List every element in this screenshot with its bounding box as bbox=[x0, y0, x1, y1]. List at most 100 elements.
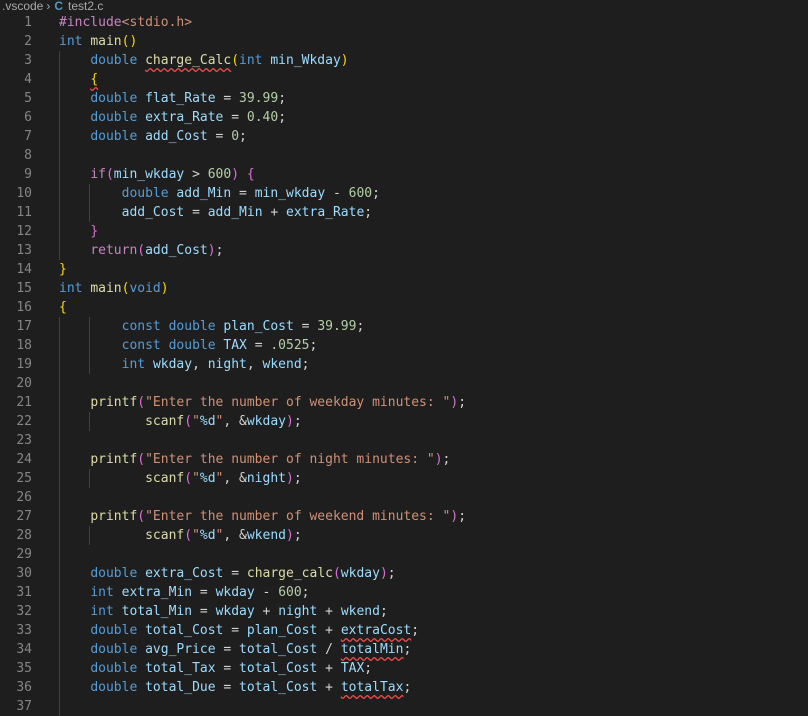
code-line: 8 bbox=[0, 146, 808, 165]
code-line: 19 int wkday, night, wkend; bbox=[0, 355, 808, 374]
code-text[interactable]: double total_Due = total_Cost + totalTax… bbox=[59, 678, 411, 697]
line-number: 36 bbox=[16, 680, 32, 695]
code-line: 2 int main() bbox=[0, 32, 808, 51]
code-line: 25 scanf("%d", &night); bbox=[0, 469, 808, 488]
code-text[interactable]: const double TAX = .0525; bbox=[59, 336, 318, 355]
code-text[interactable]: double extra_Cost = charge_calc(wkday); bbox=[59, 564, 395, 583]
line-number: 9 bbox=[24, 167, 32, 182]
line-number: 1 bbox=[24, 15, 32, 30]
code-line: 35 double total_Tax = total_Cost + TAX; bbox=[0, 659, 808, 678]
code-editor[interactable]: 1 #include<stdio.h> 2 int main() 3 double … bbox=[0, 13, 808, 716]
code-line: 28 scanf("%d", &wkend); bbox=[0, 526, 808, 545]
line-number: 35 bbox=[16, 661, 32, 676]
code-line: 17 const double plan_Cost = 39.99; bbox=[0, 317, 808, 336]
line-number: 19 bbox=[16, 357, 32, 372]
line-number: 31 bbox=[16, 585, 32, 600]
code-text[interactable]: { bbox=[59, 298, 67, 317]
code-line: 10 double add_Min = min_wkday - 600; bbox=[0, 184, 808, 203]
line-number: 12 bbox=[16, 224, 32, 239]
line-number: 32 bbox=[16, 604, 32, 619]
code-line: 5 double flat_Rate = 39.99; bbox=[0, 89, 808, 108]
code-line: 1 #include<stdio.h> bbox=[0, 13, 808, 32]
code-text[interactable]: #include<stdio.h> bbox=[59, 13, 192, 32]
code-line: 6 double extra_Rate = 0.40; bbox=[0, 108, 808, 127]
chevron-right-icon: › bbox=[46, 0, 51, 13]
code-text[interactable]: double add_Min = min_wkday - 600; bbox=[59, 184, 380, 203]
code-text[interactable]: double extra_Rate = 0.40; bbox=[59, 108, 286, 127]
code-line: 33 double total_Cost = plan_Cost + extra… bbox=[0, 621, 808, 640]
code-line: 29 bbox=[0, 545, 808, 564]
line-number: 17 bbox=[16, 319, 32, 334]
code-line: 31 int extra_Min = wkday - 600; bbox=[0, 583, 808, 602]
code-line: 37 bbox=[0, 697, 808, 716]
code-line: 3 double charge_Calc(int min_Wkday) bbox=[0, 51, 808, 70]
code-line: 36 double total_Due = total_Cost + total… bbox=[0, 678, 808, 697]
code-line: 20 bbox=[0, 374, 808, 393]
line-number: 33 bbox=[16, 623, 32, 638]
code-text[interactable]: double add_Cost = 0; bbox=[59, 127, 247, 146]
line-number: 21 bbox=[16, 395, 32, 410]
code-text[interactable]: double total_Tax = total_Cost + TAX; bbox=[59, 659, 372, 678]
code-line: 18 const double TAX = .0525; bbox=[0, 336, 808, 355]
code-text[interactable]: double total_Cost = plan_Cost + extraCos… bbox=[59, 621, 419, 640]
code-text[interactable]: printf("Enter the number of night minute… bbox=[59, 450, 450, 469]
code-line: 15 int main(void) bbox=[0, 279, 808, 298]
code-line: 21 printf("Enter the number of weekday m… bbox=[0, 393, 808, 412]
line-number: 18 bbox=[16, 338, 32, 353]
line-number: 20 bbox=[16, 376, 32, 391]
line-number: 15 bbox=[16, 281, 32, 296]
line-number: 25 bbox=[16, 471, 32, 486]
code-line: 4 { bbox=[0, 70, 808, 89]
code-line: 13 return(add_Cost); bbox=[0, 241, 808, 260]
line-number: 8 bbox=[24, 148, 32, 163]
code-text[interactable]: add_Cost = add_Min + extra_Rate; bbox=[59, 203, 373, 222]
code-line: 11 add_Cost = add_Min + extra_Rate; bbox=[0, 203, 808, 222]
code-text[interactable]: double flat_Rate = 39.99; bbox=[59, 89, 286, 108]
code-text[interactable]: int main(void) bbox=[59, 279, 169, 298]
line-number: 13 bbox=[16, 243, 32, 258]
line-number: 23 bbox=[16, 433, 32, 448]
breadcrumb-folder[interactable]: .vscode bbox=[2, 0, 43, 13]
code-line: 23 bbox=[0, 431, 808, 450]
code-text[interactable]: } bbox=[59, 222, 98, 241]
code-text[interactable]: scanf("%d", &wkday); bbox=[59, 412, 302, 431]
line-number: 24 bbox=[16, 452, 32, 467]
line-number: 34 bbox=[16, 642, 32, 657]
code-text[interactable]: const double plan_Cost = 39.99; bbox=[59, 317, 365, 336]
line-number: 5 bbox=[24, 91, 32, 106]
line-number: 30 bbox=[16, 566, 32, 581]
code-line: 12 } bbox=[0, 222, 808, 241]
code-text[interactable]: printf("Enter the number of weekday minu… bbox=[59, 393, 466, 412]
line-number: 16 bbox=[16, 300, 32, 315]
code-text[interactable]: return(add_Cost); bbox=[59, 241, 223, 260]
line-number: 29 bbox=[16, 547, 32, 562]
breadcrumb-file[interactable]: test2.c bbox=[68, 0, 103, 13]
breadcrumb: .vscode › Ctest2.c bbox=[0, 0, 808, 13]
code-text[interactable]: int extra_Min = wkday - 600; bbox=[59, 583, 309, 602]
code-line: 30 double extra_Cost = charge_calc(wkday… bbox=[0, 564, 808, 583]
code-line: 14} bbox=[0, 260, 808, 279]
line-number: 7 bbox=[24, 129, 32, 144]
code-text[interactable]: int main() bbox=[59, 32, 137, 51]
code-text[interactable]: { bbox=[59, 70, 98, 89]
code-text[interactable]: int wkday, night, wkend; bbox=[59, 355, 310, 374]
line-number: 3 bbox=[24, 53, 32, 68]
line-number: 37 bbox=[16, 699, 32, 714]
code-line: 24 printf("Enter the number of night min… bbox=[0, 450, 808, 469]
code-line: 27 printf("Enter the number of weekend m… bbox=[0, 507, 808, 526]
line-number: 6 bbox=[24, 110, 32, 125]
line-number: 27 bbox=[16, 509, 32, 524]
code-text[interactable]: double avg_Price = total_Cost / totalMin… bbox=[59, 640, 411, 659]
line-number: 28 bbox=[16, 528, 32, 543]
line-number: 4 bbox=[24, 72, 32, 87]
code-text[interactable]: } bbox=[59, 260, 67, 279]
code-line: 32 int total_Min = wkday + night + wkend… bbox=[0, 602, 808, 621]
code-line: 16 { bbox=[0, 298, 808, 317]
line-number: 22 bbox=[16, 414, 32, 429]
code-text[interactable]: double charge_Calc(int min_Wkday) bbox=[59, 51, 348, 70]
code-text[interactable]: printf("Enter the number of weekend minu… bbox=[59, 507, 466, 526]
code-text[interactable]: scanf("%d", &night); bbox=[59, 469, 302, 488]
code-text[interactable]: if(min_wkday > 600) { bbox=[59, 165, 254, 184]
code-text[interactable]: scanf("%d", &wkend); bbox=[59, 526, 302, 545]
code-text[interactable]: int total_Min = wkday + night + wkend; bbox=[59, 602, 387, 621]
